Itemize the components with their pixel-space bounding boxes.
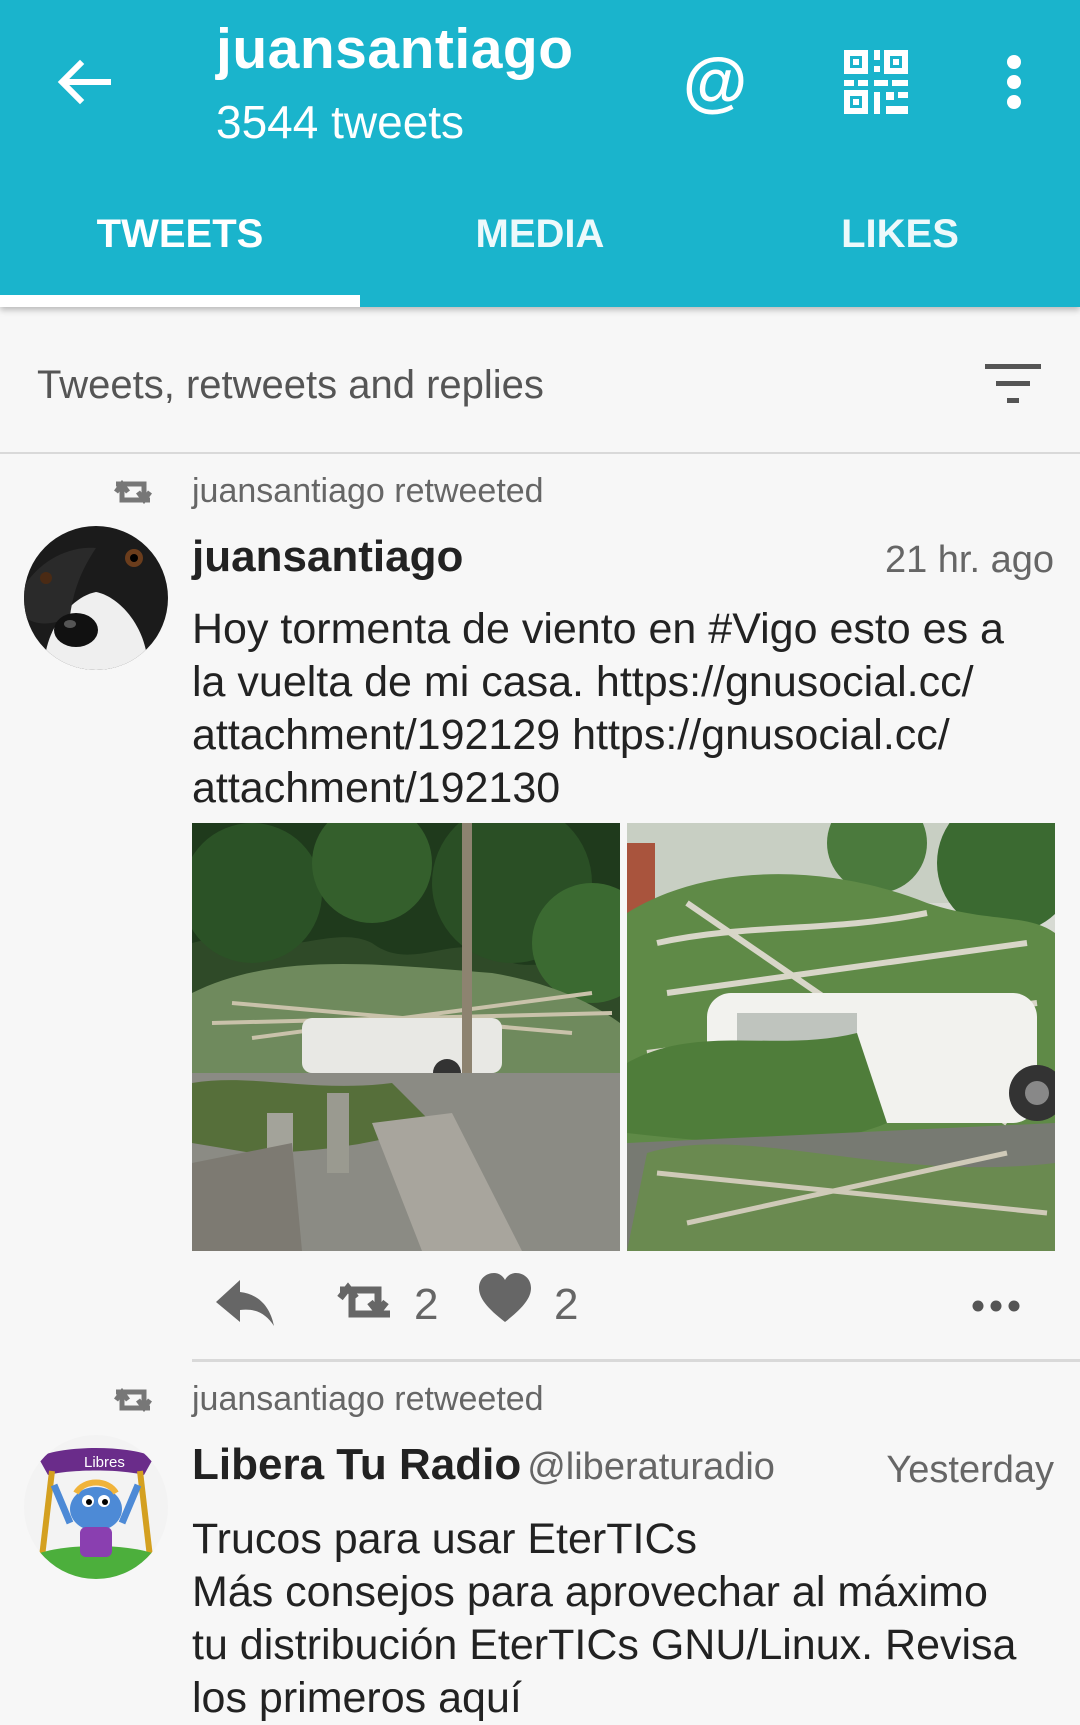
post-actions: 2 2 <box>192 1270 1062 1340</box>
app-bar: juansantiago 3544 tweets @ TWEETS MEDIA … <box>0 0 1080 307</box>
author-handle[interactable]: @liberaturadio <box>527 1446 775 1488</box>
avatar[interactable]: Libres <box>24 1435 168 1579</box>
avatar[interactable] <box>24 526 168 670</box>
like-heart-icon[interactable] <box>477 1270 539 1340</box>
reply-icon[interactable] <box>212 1270 282 1340</box>
retweet-small-icon <box>114 479 152 505</box>
filter-label: Tweets, retweets and replies <box>37 363 544 407</box>
retweet-small-icon <box>114 1387 152 1413</box>
author-display-name[interactable]: Libera Tu Radio <box>192 1440 521 1489</box>
tab-bar: TWEETS MEDIA LIKES <box>0 182 1080 307</box>
like-count: 2 <box>554 1280 579 1329</box>
avatar-text: Libres <box>84 1454 125 1471</box>
retweet-count: 2 <box>414 1280 439 1329</box>
retweet-label: juansantiago retweeted <box>192 1380 544 1418</box>
post-author-name[interactable]: juansantiago <box>192 532 463 582</box>
timeline-filter-bar[interactable]: Tweets, retweets and replies <box>0 307 1080 454</box>
tab-media[interactable]: MEDIA <box>360 212 720 272</box>
post-timestamp: Yesterday <box>886 1449 1054 1491</box>
post-author-name[interactable]: Libera Tu Radio @liberaturadio <box>192 1440 775 1490</box>
post-text: Hoy tormenta de viento en #Vigo esto es … <box>192 603 1062 815</box>
post-text-line[interactable]: attachment/192129 https://gnusocial.cc/ <box>192 709 1062 762</box>
post-text-line: tu distribución EterTICs GNU/Linux. Revi… <box>192 1621 1017 1669</box>
post-text: Trucos para usar EterTICs Más consejos p… <box>192 1513 1062 1725</box>
tab-likes[interactable]: LIKES <box>720 212 1080 272</box>
post-divider <box>192 1359 1080 1362</box>
media-thumbnail-1[interactable] <box>192 823 620 1251</box>
post-text-line: Más consejos para aprovechar al máximo <box>192 1568 988 1616</box>
post-text-line[interactable]: la vuelta de mi casa. https://gnusocial.… <box>192 656 1062 709</box>
tab-indicator <box>0 295 360 307</box>
at-sign-icon[interactable]: @ <box>678 44 752 118</box>
overflow-menu-icon[interactable] <box>990 50 1038 114</box>
post-timestamp: 21 hr. ago <box>884 539 1054 581</box>
back-arrow-icon[interactable] <box>52 50 116 114</box>
more-options-icon[interactable] <box>970 1270 1030 1340</box>
media-thumbnail-2[interactable] <box>627 823 1055 1251</box>
post-text-line: Hoy tormenta de viento en #Vigo esto es … <box>192 605 1004 653</box>
post-text-line: Trucos para usar EterTICs <box>192 1515 697 1563</box>
tab-tweets[interactable]: TWEETS <box>0 212 360 272</box>
post-text-line[interactable]: attachment/192130 <box>192 762 1062 815</box>
profile-name-title: juansantiago <box>216 17 574 81</box>
tweet-count-subtitle: 3544 tweets <box>216 96 465 148</box>
filter-icon[interactable] <box>985 362 1041 406</box>
qr-code-icon[interactable] <box>840 46 912 118</box>
retweet-icon[interactable] <box>332 1270 402 1340</box>
retweet-label: juansantiago retweeted <box>192 472 544 510</box>
